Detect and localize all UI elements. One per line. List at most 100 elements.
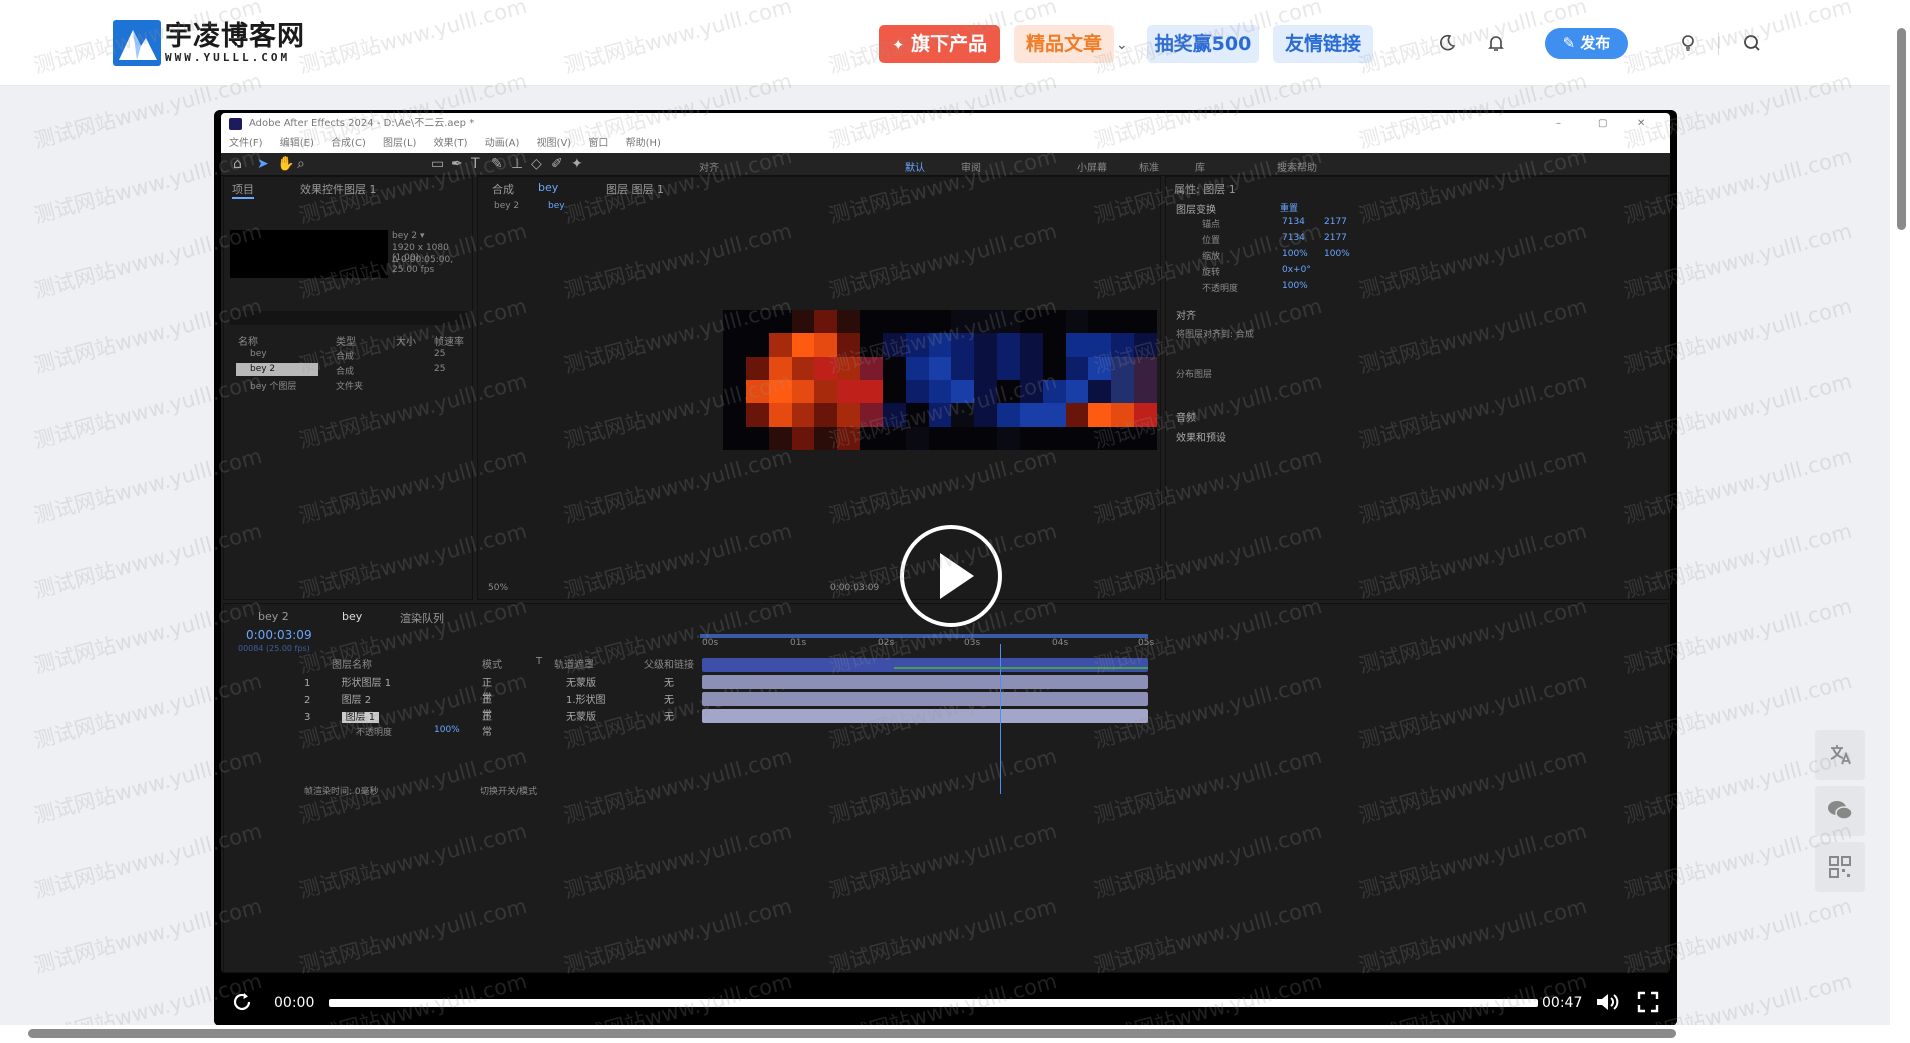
pixel-cell	[997, 310, 1020, 334]
ae-sub-prop: 不透明度	[356, 728, 393, 738]
pixel-cell	[1134, 380, 1157, 404]
ae-pixel-render	[723, 310, 1157, 450]
replay-icon[interactable]	[230, 990, 254, 1018]
pixel-cell	[1042, 310, 1066, 334]
ae-titlebar: Adobe After Effects 2024 - D:\Ae\不二云.aep…	[221, 113, 1670, 135]
pixel-cell	[1088, 310, 1112, 334]
pixel-cell	[951, 356, 975, 380]
ae-menu-help: 帮助(H)	[625, 138, 661, 149]
pixel-cell	[882, 333, 906, 357]
publish-label: 发布	[1580, 34, 1611, 52]
pixel-cell	[768, 426, 792, 450]
ae-zoom-level: 50%	[488, 583, 509, 593]
pixel-cell	[928, 380, 952, 404]
pixel-cell	[723, 403, 746, 427]
search-icon[interactable]	[1737, 28, 1767, 58]
ae-properties-panel: 属性: 图层 1 图层变换 重置 锚点 7134 2177 位置 7134 21…	[1165, 176, 1669, 600]
pixel-cell	[860, 380, 883, 404]
pixel-cell	[860, 356, 883, 380]
horizontal-scroll-thumb[interactable]	[28, 1029, 1676, 1038]
qrcode-icon[interactable]	[1815, 842, 1865, 892]
ae-workspace-library: 库	[1195, 163, 1205, 174]
pixel-cell	[882, 426, 906, 450]
pixel-cell	[814, 356, 838, 380]
ae-workspace-default: 默认	[905, 163, 925, 174]
ae-frame-count: 00084 (25.00 fps)	[238, 644, 310, 653]
pixel-cell	[745, 403, 769, 427]
ae-layer-bar	[702, 658, 1148, 672]
pixel-cell	[791, 380, 815, 404]
pixel-cell	[837, 333, 861, 357]
pixel-cell	[814, 403, 838, 427]
ae-tl-col-t: T	[536, 656, 543, 667]
vertical-scroll-thumb[interactable]	[1897, 28, 1906, 230]
volume-icon[interactable]	[1594, 990, 1620, 1018]
pixel-cell	[837, 310, 861, 334]
ae-menu-view: 视图(V)	[536, 138, 572, 149]
pixel-cell	[1088, 426, 1112, 450]
minimize-icon: –	[1556, 118, 1561, 129]
pixel-cell	[1111, 380, 1135, 404]
wechat-icon[interactable]	[1815, 786, 1865, 836]
translate-icon[interactable]	[1815, 730, 1865, 780]
ae-col-size: 大小	[396, 337, 416, 348]
nav-links-label: 友情链接	[1284, 33, 1361, 55]
ae-breadcrumb-current: bey	[548, 201, 565, 211]
video-player[interactable]: Adobe After Effects 2024 - D:\Ae\不二云.aep…	[214, 110, 1677, 1026]
nav-products-button[interactable]: ✦ 旗下产品	[879, 25, 1000, 63]
logo-mark-icon	[113, 20, 161, 66]
ae-workspace-review: 审阅	[961, 163, 981, 174]
pixel-cell	[1019, 356, 1043, 380]
ae-workspace-standard: 标准	[1139, 163, 1159, 174]
pixel-cell	[951, 426, 975, 450]
pixel-cell	[974, 356, 998, 380]
pixel-cell	[951, 310, 975, 334]
pixel-cell	[1019, 403, 1043, 427]
ae-tl-col-matte: 轨道遮罩	[554, 660, 594, 671]
play-icon[interactable]	[900, 525, 1002, 627]
ae-comp-name: bey	[538, 181, 559, 194]
pixel-cell	[745, 380, 769, 404]
pixel-cell	[837, 356, 861, 380]
ae-props-section: 图层变换	[1176, 205, 1216, 216]
fullscreen-icon[interactable]	[1636, 990, 1660, 1018]
logo-title: 宇凌博客网	[165, 21, 305, 52]
pixel-cell	[723, 380, 746, 404]
pixel-cell	[974, 333, 998, 357]
ae-project-meta-duration: Δ 0:00:05:00, 25.00 fps	[392, 255, 454, 275]
lightbulb-icon[interactable]	[1673, 28, 1703, 58]
nav-articles-button[interactable]: 精品文章	[1014, 25, 1114, 63]
pixel-cell	[1111, 426, 1135, 450]
nav-links-button[interactable]: 友情链接	[1273, 25, 1373, 63]
ae-menu-window: 窗口	[588, 138, 609, 149]
pixel-cell	[1111, 310, 1135, 334]
header-divider	[1718, 33, 1719, 55]
current-time: 00:00	[274, 995, 315, 1011]
chevron-down-icon[interactable]: ⌄	[1116, 37, 1128, 53]
zoom-tool-icon: ⌕	[297, 156, 305, 172]
home-icon: ⌂	[233, 156, 242, 172]
progress-bar[interactable]	[329, 999, 1538, 1007]
pixel-cell	[1065, 403, 1089, 427]
roto-tool-icon: ✐	[551, 156, 563, 172]
moon-icon[interactable]	[1432, 28, 1462, 58]
pixel-cell	[951, 380, 975, 404]
nav-lottery-button[interactable]: 抽奖赢500	[1147, 25, 1259, 63]
rect-tool-icon: ▭	[431, 156, 445, 172]
puppet-tool-icon: ✦	[571, 156, 583, 172]
pixel-cell	[1111, 403, 1135, 427]
pixel-cell	[1019, 310, 1043, 334]
pen-tool-icon: ✒	[451, 156, 463, 172]
publish-button[interactable]: ✎ 发布	[1545, 28, 1628, 59]
ae-tl-col-parent: 父级和链接	[644, 660, 694, 671]
ae-layer-bar	[702, 692, 1148, 706]
bell-icon[interactable]	[1481, 28, 1511, 58]
site-logo[interactable]: 宇凌博客网 WWW.YULLL.COM	[113, 20, 305, 66]
pixel-cell	[768, 356, 792, 380]
ae-work-area	[700, 634, 1148, 638]
pixel-cell	[905, 380, 929, 404]
pixel-cell	[1042, 333, 1066, 357]
pixel-cell	[882, 310, 906, 334]
pixel-cell	[974, 403, 998, 427]
pixel-cell	[768, 380, 792, 404]
